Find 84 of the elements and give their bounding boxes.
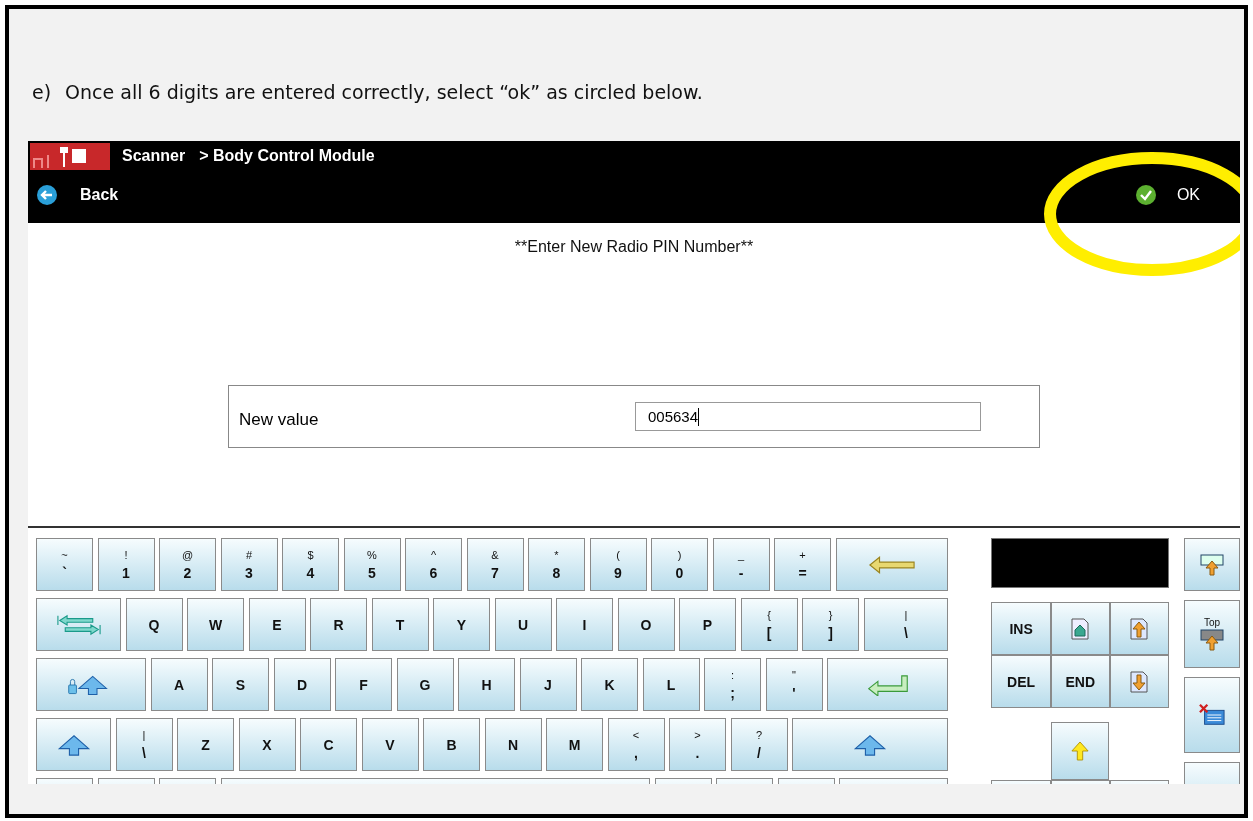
keyboard-key[interactable]: E xyxy=(248,598,306,651)
hide-keyboard-key[interactable] xyxy=(1184,677,1240,753)
keyboard-key[interactable]: N xyxy=(484,718,542,771)
page-up-key[interactable] xyxy=(1109,602,1169,655)
keyboard-key[interactable]: ~ ` xyxy=(36,538,93,591)
up-arrow-icon xyxy=(1071,740,1090,762)
keyboard-key[interactable]: V xyxy=(361,718,419,771)
page-down-arrow-icon xyxy=(1130,670,1149,693)
tool-logo-icon xyxy=(30,142,110,170)
keyboard-key[interactable]: G xyxy=(396,658,454,711)
keyboard-key[interactable]: | \ xyxy=(863,598,949,651)
keyboard-key[interactable]: ? / xyxy=(730,718,788,771)
keyboard-key[interactable]: | \ xyxy=(115,718,173,771)
page-down-key[interactable] xyxy=(1109,655,1169,708)
keyboard-key[interactable]: A xyxy=(150,658,208,711)
keyboard-key[interactable]: ! 1 xyxy=(97,538,155,591)
house-page-icon xyxy=(1071,617,1090,640)
keyboard-key[interactable]: DEL xyxy=(991,655,1051,708)
keyboard-key[interactable]: Q xyxy=(125,598,183,651)
keyboard-key[interactable]: M xyxy=(546,718,603,771)
ok-button[interactable]: OK xyxy=(1134,184,1200,206)
value-input[interactable]: 005634 xyxy=(635,402,981,431)
keyboard-key[interactable]: H xyxy=(458,658,515,711)
keyboard-key[interactable]: & 7 xyxy=(466,538,524,591)
keyboard-key[interactable]: * 8 xyxy=(528,538,585,591)
keyboard-key[interactable]: K xyxy=(581,658,638,711)
keyboard-key[interactable]: F xyxy=(335,658,392,711)
keyboard-key[interactable]: + = xyxy=(774,538,831,591)
keyboard-key[interactable]: X xyxy=(238,718,296,771)
keyboard-key[interactable]: " ' xyxy=(765,658,823,711)
keyboard-key[interactable]: R xyxy=(310,598,367,651)
keyboard-key[interactable]: C xyxy=(300,718,357,771)
screen-heading: **Enter New Radio PIN Number** xyxy=(513,237,755,256)
instruction-text: Once all 6 digits are entered correctly, select “ok” as circled below. xyxy=(65,81,703,103)
keyboard-key[interactable]: B xyxy=(423,718,480,771)
keyboard-key[interactable]: U xyxy=(494,598,552,651)
keyboard-key[interactable]: D xyxy=(273,658,331,711)
keyboard-key[interactable]: L xyxy=(642,658,700,711)
keyboard-key[interactable]: J xyxy=(519,658,577,711)
keyboard-key[interactable]: $ 4 xyxy=(282,538,339,591)
keyboard-close-icon xyxy=(1199,703,1225,727)
tab-key[interactable] xyxy=(36,598,121,651)
keyboard-top-key[interactable]: Top xyxy=(1184,600,1240,668)
tab-arrows-icon xyxy=(54,613,103,636)
keyboard-arrow-icon xyxy=(1199,627,1225,652)
keyboard-key[interactable]: P xyxy=(679,598,736,651)
keyboard-arrow-icon xyxy=(1199,552,1225,577)
keyboard-key[interactable]: { [ xyxy=(740,598,798,651)
home-key[interactable] xyxy=(1050,602,1110,655)
keyboard-key[interactable]: S xyxy=(212,658,269,711)
keyboard-key[interactable]: > . xyxy=(669,718,726,771)
back-button[interactable]: Back xyxy=(36,184,119,206)
shift-key[interactable] xyxy=(36,718,111,771)
keyboard-key[interactable]: O xyxy=(617,598,675,651)
keyboard-key[interactable]: T xyxy=(371,598,429,651)
breadcrumb-item: > Body Control Module xyxy=(199,147,375,165)
keyboard-key[interactable]: % 5 xyxy=(343,538,401,591)
keyboard-key[interactable]: ^ 6 xyxy=(405,538,462,591)
keyboard-key[interactable]: INS xyxy=(991,602,1051,655)
keyboard-key[interactable]: I xyxy=(556,598,613,651)
keyboard-key[interactable]: Y xyxy=(433,598,490,651)
keyboard-key[interactable]: ( 9 xyxy=(589,538,647,591)
keyboard-key[interactable]: : ; xyxy=(704,658,761,711)
keyboard-up-key[interactable] xyxy=(1184,538,1240,591)
caps-lock-key[interactable] xyxy=(36,658,146,711)
shift-key[interactable] xyxy=(792,718,949,771)
enter-key[interactable] xyxy=(827,658,949,711)
keyboard-key[interactable]: # 3 xyxy=(220,538,278,591)
keyboard-key[interactable]: < , xyxy=(607,718,665,771)
backspace-key[interactable] xyxy=(835,538,949,591)
breadcrumb-item: Scanner xyxy=(122,147,186,165)
keyboard-key[interactable]: W xyxy=(187,598,244,651)
keyboard-key[interactable]: _ - xyxy=(712,538,770,591)
check-icon xyxy=(1134,184,1157,206)
keyboard-key[interactable]: END xyxy=(1050,655,1110,708)
page-up-arrow-icon xyxy=(1130,617,1149,640)
arrow-up-key[interactable] xyxy=(1051,722,1110,780)
left-arrow-icon xyxy=(868,553,916,576)
keyboard-key[interactable]: @ 2 xyxy=(159,538,216,591)
field-label: New value xyxy=(238,408,320,430)
list-marker: e) xyxy=(32,81,52,103)
keyboard-key[interactable]: Z xyxy=(177,718,234,771)
keyboard-key[interactable]: ) 0 xyxy=(651,538,708,591)
keyboard-key[interactable]: } ] xyxy=(802,598,859,651)
